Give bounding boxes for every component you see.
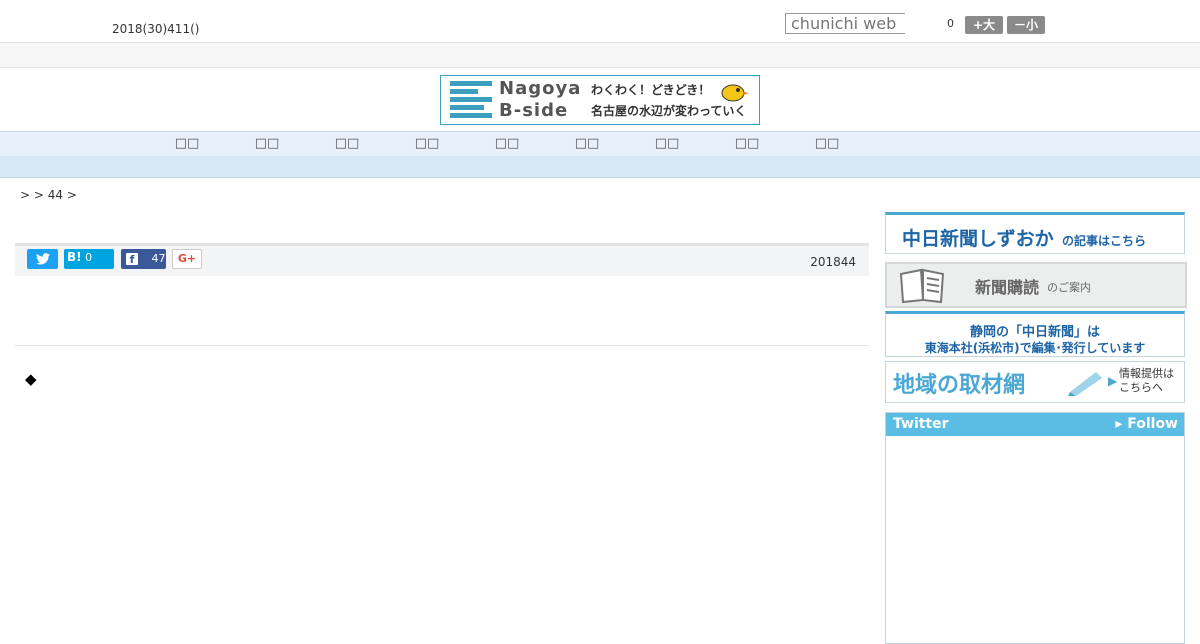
- bullet-diamond: ◆: [25, 370, 37, 388]
- nav-item[interactable]: □□: [307, 132, 387, 156]
- nav-item[interactable]: □□: [467, 132, 547, 156]
- twitter-follow-link[interactable]: ▸ Follow: [1115, 413, 1178, 436]
- nav-item[interactable]: □□: [547, 132, 627, 156]
- tokai-honsha-banner[interactable]: 静岡の「中日新聞」は 東海本社(浜松市)で編集･発行しています: [885, 311, 1185, 357]
- chunichi-shizuoka-banner[interactable]: 中日新聞しずおか の記事はこちら: [885, 212, 1185, 254]
- twitter-title: Twitter: [893, 416, 949, 432]
- twitter-widget: Twitter ▸ Follow: [885, 412, 1185, 644]
- banner1-sub: の記事はこちら: [1062, 234, 1147, 248]
- facebook-count: 47: [151, 252, 166, 265]
- nav-item[interactable]: □□: [227, 132, 307, 156]
- breadcrumb[interactable]: > > 44 >: [20, 188, 77, 202]
- date-text: 2018(30)411(): [112, 22, 200, 36]
- banner-tagline-2: 名古屋の水辺が変わっていく: [591, 104, 747, 118]
- banner4-main: 地域の取材網: [893, 373, 1026, 398]
- banner1-main: 中日新聞しずおか: [902, 228, 1054, 250]
- bird-icon: [721, 84, 749, 102]
- font-shrink-button[interactable]: －小: [1007, 16, 1045, 34]
- hatena-label: B!: [67, 250, 82, 264]
- nav-item[interactable]: □□: [147, 132, 227, 156]
- pencil-icon: [1068, 372, 1102, 396]
- nagoya-bside-banner[interactable]: Nagoya B-side わくわく！どきどき！ 名古屋の水辺が変わっていく: [440, 75, 760, 125]
- article-divider: [15, 345, 869, 346]
- hatena-bookmark-button[interactable]: B! 0: [64, 249, 114, 269]
- nav-item[interactable]: □□: [627, 132, 707, 156]
- hatena-count: 0: [85, 251, 93, 264]
- font-enlarge-button[interactable]: +大: [965, 16, 1003, 34]
- local-reporting-banner[interactable]: 地域の取材網 ▶ 情報提供は こちらへ: [885, 361, 1185, 403]
- twitter-widget-header: Twitter ▸ Follow: [886, 413, 1184, 436]
- main-nav: □□ □□ □□ □□ □□ □□ □□ □□ □□: [0, 131, 1200, 157]
- nav-item[interactable]: □□: [707, 132, 787, 156]
- twitter-share-button[interactable]: [27, 249, 58, 269]
- banner3-line1: 静岡の「中日新聞」は: [969, 325, 1100, 340]
- banner-tagline-1: わくわく！どきどき！: [591, 83, 711, 97]
- banner4-sub: 情報提供は こちらへ: [1119, 367, 1174, 394]
- top-bar: 2018(30)411() 0 +大 －小: [0, 0, 1200, 43]
- font-size-value: 0: [947, 17, 954, 30]
- nav-item[interactable]: □□: [387, 132, 467, 156]
- twitter-icon: [35, 253, 50, 265]
- facebook-icon: f: [126, 253, 138, 266]
- published-date: 201844: [810, 255, 856, 269]
- newspaper-icon: [899, 268, 945, 304]
- nav-item[interactable]: □□: [787, 132, 867, 156]
- banner2-main: 新聞購読: [975, 278, 1040, 297]
- share-bar: B! 0 f 47 G+ 201844: [15, 246, 869, 276]
- facebook-share-button[interactable]: f 47: [121, 249, 166, 269]
- sub-nav: [0, 156, 1200, 178]
- subscription-banner[interactable]: 新聞購読 のご案内: [885, 262, 1187, 308]
- google-plus-button[interactable]: G+: [172, 249, 202, 269]
- banner2-sub: のご案内: [1047, 281, 1091, 294]
- bside-logo-icon: [450, 81, 492, 119]
- search-input[interactable]: [785, 13, 905, 34]
- banner3-line2: 東海本社(浜松市)で編集･発行しています: [924, 341, 1146, 355]
- arrow-right-icon: ▶: [1108, 374, 1118, 388]
- banner-title: Nagoya B-side: [499, 78, 582, 121]
- header-band: [0, 43, 1200, 68]
